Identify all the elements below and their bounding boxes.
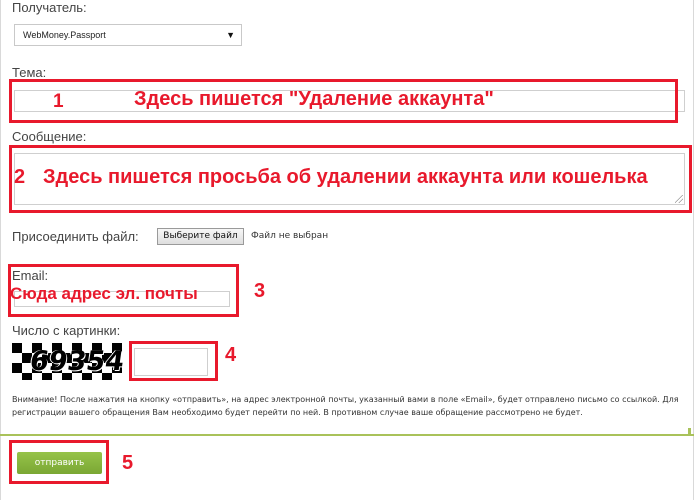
frame-left-border: [0, 0, 1, 500]
annotation-number-4: 4: [225, 344, 237, 366]
annotation-number-3: 3: [254, 280, 266, 302]
file-status-text: Файл не выбран: [251, 231, 329, 241]
captcha-code: 69354: [27, 346, 124, 377]
annotation-number-2: 2: [14, 166, 26, 188]
annotation-text-2: Здесь пишется просьба об удалении аккаун…: [43, 166, 648, 188]
notice-text: Внимание! После нажатия на кнопку «отпра…: [12, 395, 679, 417]
captcha-label: Число с картинки:: [12, 323, 121, 338]
frame-right-border: [693, 0, 694, 500]
attach-label: Присоединить файл:: [12, 229, 139, 244]
captcha-image: 69354: [12, 343, 124, 380]
recipient-label: Получатель:: [12, 0, 87, 15]
annotation-text-3: Сюда адрес эл. почты: [10, 284, 198, 303]
annotation-number-5: 5: [122, 452, 134, 474]
annotation-box-5: [9, 440, 109, 484]
divider-marker: [688, 428, 691, 435]
divider: [0, 434, 694, 436]
annotation-box-4: [129, 341, 218, 381]
subject-label: Тема:: [12, 65, 47, 80]
annotation-text-1: Здесь пишется "Удаление аккаунта": [134, 88, 494, 110]
choose-file-button[interactable]: Выберите файл: [157, 228, 244, 245]
recipient-select[interactable]: WebMoney.Passport ▼: [14, 24, 242, 46]
message-label: Сообщение:: [12, 129, 87, 144]
recipient-select-value: WebMoney.Passport: [23, 30, 106, 40]
annotation-number-1: 1: [53, 91, 64, 112]
dropdown-arrow-icon: ▼: [226, 30, 235, 40]
